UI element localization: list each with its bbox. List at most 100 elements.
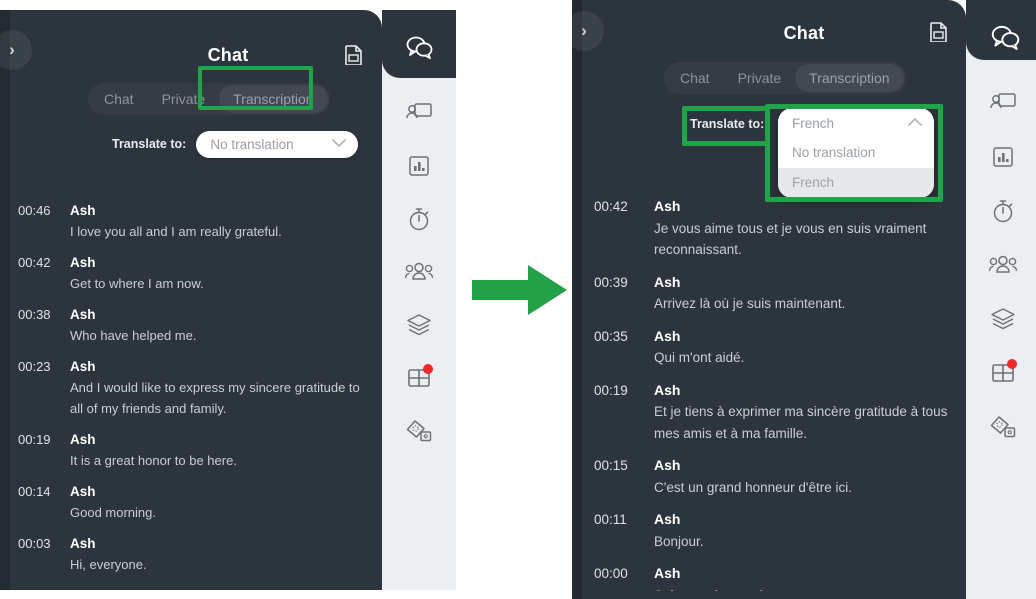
transcript-entry-speaker: Ash bbox=[654, 381, 681, 398]
left-translate-select[interactable]: No translation bbox=[196, 130, 359, 158]
poll-chart-icon bbox=[991, 145, 1015, 169]
transcript-entry-body: Ash Hi, everyone. bbox=[70, 533, 374, 575]
transcript-entry-text: Good morning. bbox=[70, 505, 156, 520]
transcript-entry-speaker: Ash bbox=[654, 273, 681, 290]
transcript-entry-text: Bonjour. bbox=[654, 533, 704, 549]
transcript-entry-time: 00:15 bbox=[594, 458, 628, 473]
transcript-entry: 00:23 Ash And I would like to express my s… bbox=[18, 356, 374, 419]
transcript-entry: 00:14 Ash Good morning. bbox=[18, 481, 374, 523]
tab-transcription[interactable]: Transcription bbox=[219, 85, 328, 113]
right-tab-bar: Chat Private Transcription bbox=[664, 62, 906, 94]
whiteboard-shapes-icon bbox=[989, 415, 1017, 439]
rail-item-participants[interactable] bbox=[399, 255, 439, 289]
transcript-entry: 00:42 Ash Je vous aime tous et je vous en … bbox=[594, 196, 962, 261]
transcript-entry-speaker: Ash bbox=[70, 255, 96, 270]
transcript-entry-speaker: Ash bbox=[654, 457, 681, 473]
right-transcript-list[interactable]: 00:42 Ash Je vous aime tous et je vous en … bbox=[594, 196, 962, 591]
right-transcript-document-button[interactable] bbox=[925, 21, 951, 47]
whiteboard-shapes-icon bbox=[405, 419, 433, 443]
layers-icon bbox=[406, 313, 432, 337]
rail-item-layers[interactable] bbox=[983, 302, 1023, 336]
transcript-entry-text: It is a great honor to be here. bbox=[70, 453, 237, 468]
rail-item-timer[interactable] bbox=[399, 202, 439, 236]
transcript-entry-body: Ash Et je tiens à exprimer ma sincère gra… bbox=[654, 380, 962, 445]
transcript-entry: 00:15 Ash C'est un grand honneur d'être ic… bbox=[594, 455, 962, 498]
transcript-entry-text: I love you all and I am really grateful. bbox=[70, 224, 282, 239]
transcript-entry-time: 00:11 bbox=[594, 512, 627, 527]
right-panel-edge-strip bbox=[572, 0, 582, 599]
rail-item-poll-chart[interactable] bbox=[399, 149, 439, 183]
transcript-entry-time: 00:00 bbox=[594, 566, 628, 581]
rail-item-layers[interactable] bbox=[399, 308, 439, 342]
option-french[interactable]: French bbox=[778, 168, 934, 198]
notification-badge bbox=[1007, 359, 1017, 369]
notification-badge bbox=[423, 364, 433, 374]
transcript-entry-body: Ash Arrivez là où je suis maintenant. bbox=[654, 272, 962, 315]
right-panel-title: Chat bbox=[783, 22, 825, 43]
rail-item-breakout-rooms[interactable] bbox=[399, 361, 439, 395]
right-arrow-annotation bbox=[470, 262, 570, 318]
left-translate-select-value: No translation bbox=[210, 136, 294, 152]
transcript-entry-speaker: Ash bbox=[70, 307, 96, 322]
rail-item-poll-chart[interactable] bbox=[983, 140, 1023, 174]
transcript-entry-time: 00:19 bbox=[18, 432, 51, 447]
transcript-entry-body: Ash Qui m'ont aidé. bbox=[654, 326, 962, 369]
transcript-entry-text: Hi, everyone. bbox=[70, 557, 147, 572]
chat-bubbles-icon bbox=[404, 35, 434, 64]
tab-chat[interactable]: Chat bbox=[666, 64, 724, 92]
left-tab-bar: Chat Private Transcription bbox=[88, 83, 330, 115]
left-transcript-document-button[interactable] bbox=[340, 44, 366, 70]
transcript-entry-speaker: Ash bbox=[70, 536, 96, 551]
rail-item-whiteboard-shapes[interactable] bbox=[399, 414, 439, 448]
transcript-entry-body: Ash Salut tout le monde. bbox=[654, 563, 962, 591]
document-icon bbox=[344, 44, 362, 70]
transcript-entry-time: 00:39 bbox=[594, 274, 628, 290]
left-rail-item-chat[interactable] bbox=[396, 30, 442, 68]
rail-item-whiteboard-shapes[interactable] bbox=[983, 410, 1023, 444]
transcript-entry-speaker: Ash bbox=[70, 432, 96, 447]
transcript-entry-time: 00:38 bbox=[18, 307, 51, 322]
right-translate-select-open[interactable]: French No translation French bbox=[778, 108, 934, 198]
transcript-entry: 00:35 Ash Qui m'ont aidé. bbox=[594, 326, 962, 369]
poll-chart-icon bbox=[407, 154, 431, 178]
rail-item-participants[interactable] bbox=[983, 248, 1023, 282]
transcript-entry-body: Ash Je vous aime tous et je vous en suis … bbox=[654, 196, 962, 261]
transcript-entry-time: 00:19 bbox=[594, 382, 628, 398]
transcript-entry-speaker: Ash bbox=[654, 198, 681, 214]
tab-private[interactable]: Private bbox=[724, 64, 796, 92]
left-transcript-list[interactable]: 00:46 Ash I love you all and I am really g… bbox=[18, 200, 374, 585]
transcript-entry-body: Ash Who have helped me. bbox=[70, 304, 374, 346]
transcript-entry-text: Et je tiens à exprimer ma sincère gratit… bbox=[654, 404, 948, 441]
transcript-entry-text: Qui m'ont aidé. bbox=[654, 350, 745, 365]
transcript-entry: 00:19 Ash Et je tiens à exprimer ma sincèr… bbox=[594, 380, 962, 445]
rail-item-breakout-rooms[interactable] bbox=[983, 356, 1023, 390]
transcript-entry: 00:11 Ash Bonjour. bbox=[594, 509, 962, 552]
chat-bubbles-icon bbox=[989, 24, 1021, 55]
transcript-entry: 00:42 Ash Get to where I am now. bbox=[18, 252, 374, 294]
right-translate-label: Translate to: bbox=[690, 117, 765, 131]
tab-private[interactable]: Private bbox=[148, 85, 220, 113]
timer-icon bbox=[407, 207, 431, 232]
transcript-entry-body: Ash It is a great honor to be here. bbox=[70, 429, 374, 471]
transcript-entry-speaker: Ash bbox=[654, 511, 681, 527]
transcript-entry-body: Ash C'est un grand honneur d'être ici. bbox=[654, 455, 962, 498]
participants-icon bbox=[989, 255, 1017, 275]
right-collapse-panel-button[interactable]: › bbox=[564, 11, 604, 51]
left-translate-label: Translate to: bbox=[112, 137, 187, 151]
option-no-translation[interactable]: No translation bbox=[778, 138, 934, 168]
transcript-entry: 00:46 Ash I love you all and I am really g… bbox=[18, 200, 374, 242]
tab-chat[interactable]: Chat bbox=[90, 85, 148, 113]
transcript-entry-text: C'est un grand honneur d'être ici. bbox=[654, 479, 853, 495]
screen-share-icon bbox=[990, 92, 1016, 114]
rail-item-timer[interactable] bbox=[983, 194, 1023, 228]
transcript-entry-time: 00:42 bbox=[18, 255, 51, 270]
right-translate-row: Translate to: bbox=[690, 110, 774, 138]
tab-transcription[interactable]: Transcription bbox=[795, 64, 904, 92]
right-translate-select-value-row[interactable]: French bbox=[778, 108, 934, 138]
rail-item-screen-share[interactable] bbox=[399, 96, 439, 130]
right-translate-select-value: French bbox=[792, 115, 835, 131]
transcript-entry-text: Arrivez là où je suis maintenant. bbox=[654, 296, 846, 311]
transcript-entry-text: Je vous aime tous et je vous en suis vra… bbox=[654, 220, 927, 258]
right-rail-item-chat[interactable] bbox=[982, 20, 1028, 58]
rail-item-screen-share[interactable] bbox=[983, 86, 1023, 120]
